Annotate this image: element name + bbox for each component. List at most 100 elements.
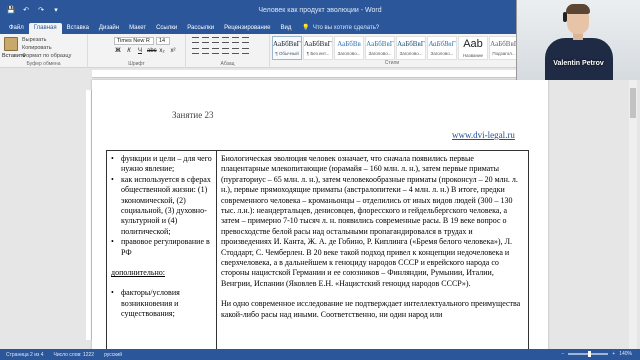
style-heading-4[interactable]: АаБбВвГ Заголово... [427, 36, 457, 60]
bold-button[interactable]: Ж [114, 48, 122, 54]
style-preview: АаБбВвГ [366, 40, 394, 48]
style-subtitle[interactable]: АаБбВвГ Подзагол... [489, 36, 519, 60]
table-right-cell[interactable]: Биологическая эволюция человек означает,… [216, 150, 529, 360]
clipboard-group-label: Буфер обмена [26, 61, 61, 67]
language-indicator[interactable]: русский [104, 352, 122, 358]
align-center-icon[interactable] [202, 48, 209, 54]
tab-insert[interactable]: Вставка [62, 23, 94, 34]
style-heading-3[interactable]: АаБбВвГ Заголово... [396, 36, 426, 60]
style-heading-2[interactable]: АаБбВвГ Заголово... [365, 36, 395, 60]
style-name: Заголово... [430, 51, 454, 56]
style-name: Заголово... [399, 51, 423, 56]
paragraph-buttons-row2 [192, 48, 249, 54]
style-no-spacing[interactable]: АаБбВвГг ¶ Без инт... [303, 36, 333, 60]
save-icon[interactable]: 💾 [6, 5, 16, 15]
customize-qat-icon[interactable]: ▾ [51, 5, 61, 15]
format-painter-button[interactable]: Формат по образцу [22, 53, 71, 59]
style-normal[interactable]: АаБбВвГг ¶ Обычный [272, 36, 302, 60]
style-heading-1[interactable]: АаБбВв Заголово... [334, 36, 364, 60]
paste-icon[interactable] [4, 37, 18, 51]
zoom-control: − + 140% [561, 351, 632, 357]
cut-button[interactable]: Вырезать [22, 37, 46, 43]
webcam-overlay: Valentin Petrov [516, 0, 640, 80]
paragraph-group: Абзац [186, 34, 270, 68]
underline-button[interactable]: Ч [136, 48, 144, 54]
presenter-body [545, 38, 613, 80]
page-count[interactable]: Страница 2 из 4 [6, 352, 43, 358]
tab-review[interactable]: Рецензирование [219, 23, 275, 34]
list-item: функции и цели – для чего нужно явление; [111, 154, 212, 175]
headset-icon [563, 12, 567, 22]
website-link[interactable]: www.dvi-legal.ru [452, 130, 515, 140]
increase-indent-icon[interactable] [232, 37, 239, 43]
sort-icon[interactable] [242, 37, 249, 43]
redo-icon[interactable]: ↷ [36, 5, 46, 15]
paragraph-buttons-row1 [192, 37, 249, 43]
zoom-slider[interactable] [568, 351, 609, 357]
zoom-out-icon[interactable]: − [561, 351, 564, 357]
numbering-icon[interactable] [202, 37, 209, 43]
decrease-indent-icon[interactable] [222, 37, 229, 43]
style-name: Заголово... [337, 51, 361, 56]
style-title[interactable]: Aab Название [458, 36, 488, 60]
horizontal-ruler[interactable] [92, 70, 548, 78]
multilevel-list-icon[interactable] [212, 37, 219, 43]
tab-mailings[interactable]: Рассылки [182, 23, 219, 34]
line-spacing-icon[interactable] [232, 48, 239, 54]
status-bar: Страница 2 из 4 Число слов: 1222 русский… [0, 349, 640, 360]
tab-layout[interactable]: Макет [124, 23, 151, 34]
copy-button[interactable]: Копировать [22, 45, 52, 51]
font-size-select[interactable]: 14 [156, 37, 170, 45]
quick-access-toolbar: 💾 ↶ ↷ ▾ [0, 5, 61, 15]
undo-icon[interactable]: ↶ [21, 5, 31, 15]
align-left-icon[interactable] [192, 48, 199, 54]
lightbulb-icon: 💡 [302, 25, 310, 31]
style-name: Название [462, 53, 484, 58]
style-preview: АаБбВвГг [273, 40, 302, 48]
style-name: ¶ Обычный [275, 51, 299, 56]
tab-view[interactable]: Вид [275, 23, 296, 34]
tab-references[interactable]: Ссылки [151, 23, 182, 34]
table-left-cell[interactable]: функции и цели – для чего нужно явление;… [106, 150, 216, 360]
subscript-button[interactable]: x₂ [158, 48, 166, 54]
style-name: Заголово... [368, 51, 392, 56]
scrollbar-thumb[interactable] [630, 88, 636, 118]
styles-gallery: АаБбВвГг ¶ Обычный АаБбВвГг ¶ Без инт...… [272, 36, 520, 60]
document-page[interactable]: Занятие 23 www.dvi-legal.ru функции и це… [92, 80, 548, 360]
italic-button[interactable]: К [125, 48, 133, 54]
font-name-select[interactable]: Times New R [114, 37, 154, 45]
word-count[interactable]: Число слов: 1222 [53, 352, 94, 358]
presenter-hair [566, 4, 590, 14]
style-preview: АаБбВвГг [304, 40, 333, 48]
tab-design[interactable]: Дизайн [94, 23, 124, 34]
additional-heading: дополнительно: [111, 268, 165, 278]
styles-group-label: Стили [384, 60, 400, 66]
vertical-scrollbar[interactable] [629, 68, 637, 349]
shading-icon[interactable] [242, 48, 249, 54]
align-right-icon[interactable] [212, 48, 219, 54]
style-preview: АаБбВвГ [490, 40, 518, 48]
bullets-icon[interactable] [192, 37, 199, 43]
font-group: Times New R 14 Ж К Ч abc x₂ x² Шрифт [88, 34, 186, 68]
evolution-paragraph: Биологическая эволюция человек означает,… [221, 154, 518, 288]
tell-me-text: Что вы хотите сделать? [312, 24, 380, 31]
clipboard-group: Вставить Вырезать Копировать Формат по о… [0, 34, 88, 68]
style-preview: АаБбВвГ [428, 40, 456, 48]
tab-file[interactable]: Файл [4, 23, 29, 34]
research-paragraph: Ни одно современное исследование не подт… [221, 299, 521, 319]
style-preview: АаБбВв [337, 40, 361, 48]
style-preview: Aab [463, 38, 483, 50]
format-buttons: Ж К Ч abc x₂ x² [114, 48, 177, 54]
zoom-level[interactable]: 140% [619, 351, 632, 357]
tab-home[interactable]: Главная [28, 23, 62, 34]
list-item: правовое регулирование в РФ [111, 237, 212, 258]
style-preview: АаБбВвГ [397, 40, 425, 48]
paragraph-group-label: Абзац [220, 61, 235, 67]
strikethrough-button[interactable]: abc [147, 48, 157, 54]
zoom-slider-thumb[interactable] [588, 351, 592, 357]
superscript-button[interactable]: x² [169, 48, 177, 54]
zoom-in-icon[interactable]: + [612, 351, 615, 357]
presenter-name: Valentin Petrov [553, 60, 604, 67]
tell-me-box[interactable]: 💡 Что вы хотите сделать? [296, 22, 385, 34]
justify-icon[interactable] [222, 48, 229, 54]
